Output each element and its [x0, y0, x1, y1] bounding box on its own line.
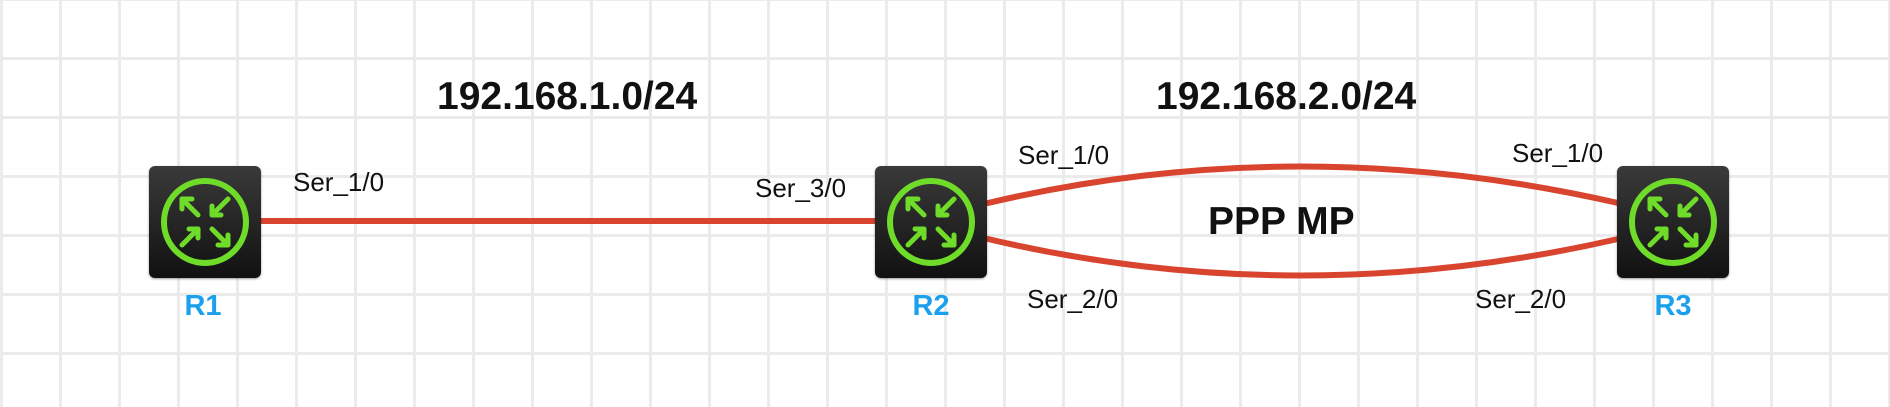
r3-interface-ser-2-0: Ser_2/0: [1475, 284, 1567, 314]
router-r3-name: R3: [1654, 290, 1692, 322]
router-r2-name: R2: [912, 290, 950, 322]
network-label-2: 192.168.2.0/24: [1156, 75, 1417, 118]
r2-interface-ser-3-0: Ser_3/0: [755, 173, 847, 203]
router-r1[interactable]: [149, 166, 261, 278]
link-r2-r3-ser2[interactable]: [985, 236, 1621, 279]
router-r1-name: R1: [184, 290, 222, 322]
router-icon: [887, 178, 975, 266]
link-r2-r3-ser1[interactable]: [985, 163, 1621, 206]
router-r2[interactable]: [875, 166, 987, 278]
r1-interface-ser-1-0: Ser_1/0: [293, 167, 385, 197]
network-label-1: 192.168.1.0/24: [437, 75, 698, 118]
topology-canvas: 192.168.1.0/24 192.168.2.0/24 PPP MP Ser…: [0, 0, 1890, 407]
r2-interface-ser-2-0: Ser_2/0: [1027, 284, 1119, 314]
router-icon: [1629, 178, 1717, 266]
ppp-mp-label: PPP MP: [1208, 200, 1355, 243]
router-icon: [161, 178, 249, 266]
router-r3[interactable]: [1617, 166, 1729, 278]
r3-interface-ser-1-0: Ser_1/0: [1512, 138, 1604, 168]
r2-interface-ser-1-0: Ser_1/0: [1018, 140, 1110, 170]
